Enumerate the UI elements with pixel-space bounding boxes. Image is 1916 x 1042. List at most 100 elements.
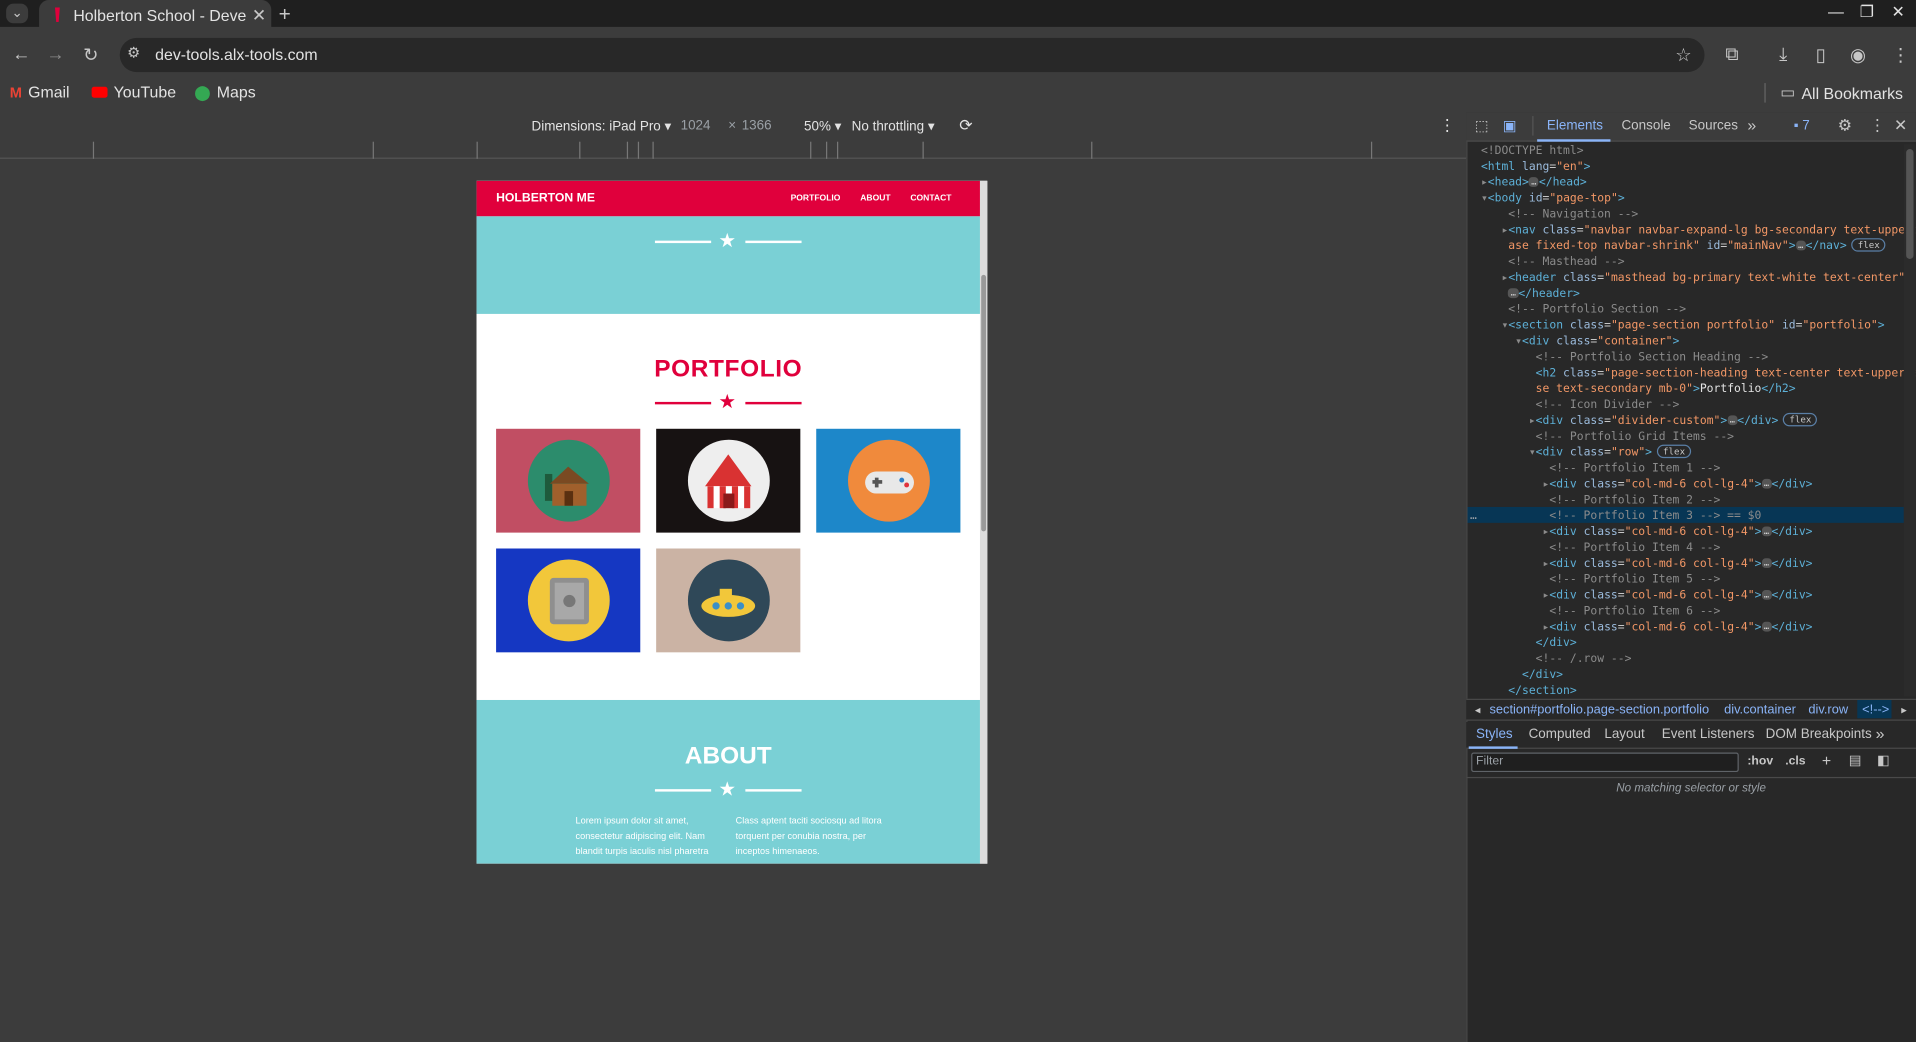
nav-about-link[interactable]: ABOUT <box>860 194 890 203</box>
site-brand[interactable]: HOLBERTON ME <box>496 192 595 205</box>
cls-toggle[interactable]: .cls <box>1785 755 1805 768</box>
portfolio-item-cabin[interactable] <box>496 428 641 533</box>
issues-badge[interactable]: ▪ 7 <box>1794 118 1810 133</box>
toggle-sidebar-icon[interactable]: ◧ <box>1877 753 1890 769</box>
portfolio-item-circus[interactable] <box>656 428 801 533</box>
all-bookmarks-button[interactable]: ▭ All Bookmarks <box>1780 83 1903 103</box>
dom-tree-scroll-thumb[interactable] <box>1906 149 1914 259</box>
active-tab-indicator <box>1537 139 1611 142</box>
tab-console[interactable]: Console <box>1621 118 1670 133</box>
selected-node-ellipsis: … <box>1469 509 1477 523</box>
devtools-menu-icon[interactable]: ⋮ <box>1870 116 1886 136</box>
circus-tent-icon <box>687 439 770 522</box>
breadcrumb-left-arrow-icon[interactable]: ◂ <box>1475 704 1481 717</box>
tab-title: Holberton School - Deve <box>73 5 247 24</box>
device-height-input[interactable]: 1366 <box>742 118 772 133</box>
close-devtools-icon[interactable]: ✕ <box>1894 116 1907 136</box>
emulated-viewport: ★ HOLBERTON ME PORTFOLIO ABOUT CONTACT P… <box>476 180 988 864</box>
close-tab-icon[interactable]: ✕ <box>247 4 271 25</box>
tab-dom-breakpoints[interactable]: DOM Breakpoints <box>1766 727 1872 742</box>
site-navbar: HOLBERTON ME PORTFOLIO ABOUT CONTACT <box>476 180 980 217</box>
tab-sources[interactable]: Sources <box>1689 118 1738 133</box>
device-toggle-icon[interactable]: ▣ <box>1503 117 1517 134</box>
device-width-input[interactable]: 1024 <box>681 118 711 133</box>
reload-icon[interactable]: ↻ <box>83 44 98 66</box>
minimize-icon[interactable]: — <box>1828 2 1844 20</box>
breadcrumb-row[interactable]: div.row <box>1808 702 1848 717</box>
extensions-icon[interactable]: ⧉ <box>1725 44 1738 65</box>
site-info-icon[interactable]: ⚙ <box>127 44 140 61</box>
gamepad-icon <box>847 439 930 522</box>
settings-gear-icon[interactable]: ⚙ <box>1838 116 1852 136</box>
bookmark-maps[interactable]: ⬤ Maps <box>194 83 255 101</box>
styles-filter-input[interactable]: Filter <box>1471 752 1739 773</box>
bookmark-gmail[interactable]: M Gmail <box>10 83 70 101</box>
side-panel-icon[interactable]: ▯ <box>1816 44 1826 66</box>
back-icon[interactable]: ← <box>12 44 30 65</box>
divider-line <box>654 789 712 792</box>
no-matching-styles-message: No matching selector or style <box>1616 781 1766 796</box>
tab-styles[interactable]: Styles <box>1476 727 1513 742</box>
restore-icon[interactable]: ❐ <box>1860 2 1874 22</box>
maps-pin-icon: ⬤ <box>194 83 211 101</box>
star-icon: ★ <box>718 779 737 801</box>
rotate-icon[interactable]: ⟳ <box>959 116 972 136</box>
media-query-ruler[interactable] <box>0 141 1467 159</box>
address-bar[interactable] <box>119 37 1705 73</box>
dom-tree[interactable]: <!DOCTYPE html> <html lang="en"> ▸<head>… <box>1481 143 1916 699</box>
dimension-separator: × <box>728 118 737 134</box>
menu-icon[interactable]: ⋮ <box>1892 44 1910 66</box>
breadcrumb-section[interactable]: section#portfolio.page-section.portfolio <box>1489 702 1709 717</box>
tab-elements[interactable]: Elements <box>1547 118 1603 133</box>
divider-line <box>745 401 802 405</box>
youtube-icon <box>91 86 108 98</box>
download-icon[interactable]: ⤓ <box>1779 44 1787 65</box>
submarine-icon <box>687 559 770 642</box>
star-icon: ★ <box>718 230 737 252</box>
close-window-icon[interactable]: ✕ <box>1892 2 1905 22</box>
safe-icon <box>527 559 610 642</box>
throttling-select[interactable]: No throttling ▾ <box>852 118 935 135</box>
portfolio-heading: PORTFOLIO <box>654 355 803 383</box>
device-dimensions-select[interactable]: Dimensions: iPad Pro ▾ <box>532 118 672 135</box>
bookmark-star-icon[interactable]: ☆ <box>1675 44 1691 66</box>
new-style-rule-icon[interactable]: + <box>1822 751 1831 769</box>
about-text-left: Lorem ipsum dolor sit amet, consectetur … <box>575 814 709 857</box>
tab-computed[interactable]: Computed <box>1529 727 1591 742</box>
new-tab-button[interactable]: + <box>279 2 291 26</box>
forward-icon[interactable]: → <box>46 44 64 65</box>
divider-line <box>654 401 712 405</box>
gmail-icon: M <box>9 83 22 101</box>
nav-contact-link[interactable]: CONTACT <box>910 194 951 203</box>
star-icon: ★ <box>718 392 737 413</box>
bookmark-youtube[interactable]: YouTube <box>91 83 176 101</box>
nav-portfolio-link[interactable]: PORTFOLIO <box>791 194 841 203</box>
divider-line <box>654 240 712 244</box>
viewport-scroll-thumb[interactable] <box>981 274 987 532</box>
more-tabs-icon[interactable]: » <box>1747 116 1756 134</box>
about-text-right: Class aptent taciti sociosqu ad litora t… <box>735 814 882 857</box>
tab-layout[interactable]: Layout <box>1604 727 1644 742</box>
hov-toggle[interactable]: :hov <box>1747 755 1773 768</box>
about-heading: ABOUT <box>684 742 772 770</box>
inspect-element-icon[interactable]: ⬚ <box>1475 117 1489 134</box>
portfolio-item-submarine[interactable] <box>656 548 801 653</box>
cabin-icon <box>527 439 610 522</box>
browser-tab[interactable]: Holberton School - Deve ✕ <box>39 0 272 30</box>
portfolio-item-safe[interactable] <box>496 548 641 653</box>
portfolio-item-gamepad[interactable] <box>816 428 961 533</box>
breadcrumb-right-arrow-icon[interactable]: ▸ <box>1901 704 1907 717</box>
tab-event-listeners[interactable]: Event Listeners <box>1662 727 1755 742</box>
profile-avatar-icon[interactable]: ◉ <box>1850 44 1866 66</box>
url-text[interactable]: dev-tools.alx-tools.com <box>155 45 317 63</box>
more-style-tabs-icon[interactable]: » <box>1876 724 1885 742</box>
divider-line <box>745 789 802 792</box>
folder-icon: ▭ <box>1780 83 1796 102</box>
zoom-select[interactable]: 50% ▾ <box>804 118 841 135</box>
divider-line <box>745 240 802 244</box>
breadcrumb-container[interactable]: div.container <box>1724 702 1796 717</box>
device-more-options-icon[interactable]: ⋮ <box>1439 116 1455 136</box>
paint-bucket-icon[interactable]: ▤ <box>1849 753 1862 769</box>
breadcrumb-comment[interactable]: <!--> <box>1862 702 1889 717</box>
tab-search-button[interactable]: ⌄ <box>6 3 29 24</box>
